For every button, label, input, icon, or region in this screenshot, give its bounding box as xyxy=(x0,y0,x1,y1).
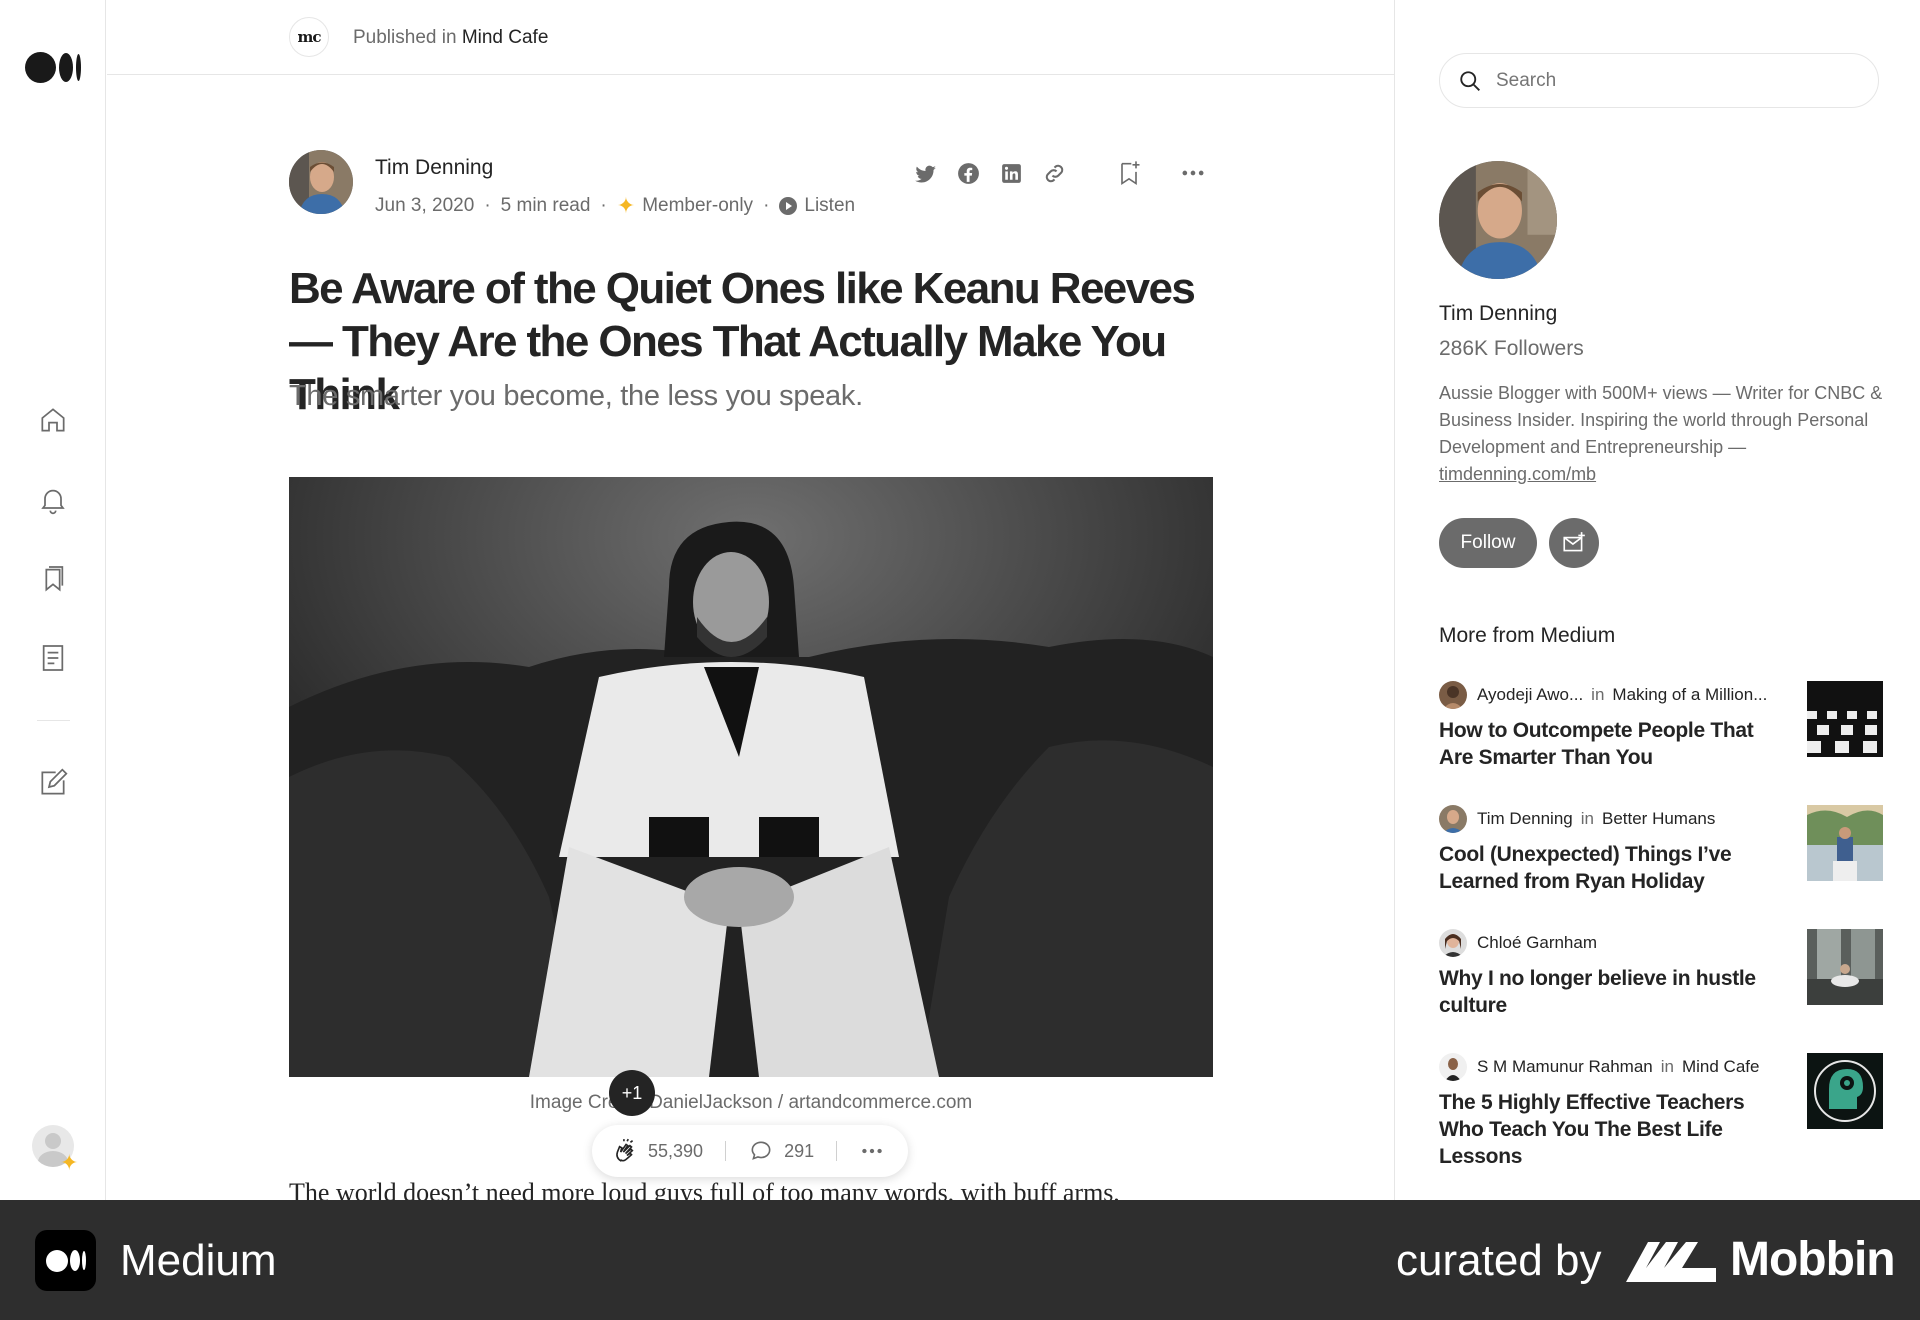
mobbin-brand: Mobbin xyxy=(1730,1233,1896,1286)
recommendation-item[interactable]: Ayodeji Awo... in Making of a Million...… xyxy=(1439,681,1883,791)
twitter-icon[interactable] xyxy=(913,161,938,186)
rec-thumbnail[interactable] xyxy=(1807,929,1883,1005)
meta-separator: · xyxy=(600,195,607,216)
rec-author-name[interactable]: Chloé Garnham xyxy=(1477,933,1597,953)
rec-in-label: in xyxy=(1580,809,1594,828)
linkedin-icon[interactable] xyxy=(999,161,1024,186)
more-actions-icon[interactable] xyxy=(859,1138,885,1164)
rec-thumbnail[interactable] xyxy=(1807,1053,1883,1129)
rec-thumbnail[interactable] xyxy=(1807,805,1883,881)
rail-divider xyxy=(37,720,70,721)
left-rail: ✦ xyxy=(0,0,106,1200)
member-only-badge: Member-only xyxy=(642,195,754,216)
listen-button[interactable]: Listen xyxy=(804,195,855,217)
facebook-icon[interactable] xyxy=(956,161,981,186)
rec-title[interactable]: How to Outcompete People That Are Smarte… xyxy=(1439,717,1779,771)
response-count: 291 xyxy=(784,1140,815,1161)
comment-icon xyxy=(751,1141,771,1160)
member-star-icon: ✦ xyxy=(616,193,636,218)
curated-by-label: curated by xyxy=(1396,1236,1602,1285)
rec-publication[interactable]: Mind Cafe xyxy=(1682,1057,1759,1077)
curated-banner: Medium curated by Mobbin xyxy=(0,1200,1920,1320)
write-icon[interactable] xyxy=(37,767,69,799)
published-in: Published in Mind Cafe xyxy=(353,27,548,49)
rec-title[interactable]: The 5 Highly Effective Teachers Who Teac… xyxy=(1439,1089,1779,1170)
author-name[interactable]: Tim Denning xyxy=(375,156,493,180)
image-caption: Image Credit: DanielJackson / artandcomm… xyxy=(529,1092,973,1113)
right-sidebar: Tim Denning 286K Followers Aussie Blogge… xyxy=(1394,0,1920,1200)
bar-separator xyxy=(836,1141,838,1161)
link-icon[interactable] xyxy=(1042,161,1067,186)
banner-app-name: Medium xyxy=(120,1236,277,1285)
rec-author-avatar xyxy=(1439,1053,1467,1081)
profile-bio-link[interactable]: timdenning.com/mb xyxy=(1439,464,1596,484)
author-avatar[interactable] xyxy=(289,150,353,214)
rec-author-avatar xyxy=(1439,929,1467,957)
meta-separator: · xyxy=(763,195,770,216)
rec-author-line: Tim Denning in Better Humans xyxy=(1439,805,1715,833)
more-options-icon[interactable] xyxy=(1179,159,1207,187)
search-icon xyxy=(1460,71,1480,91)
more-from-medium-heading: More from Medium xyxy=(1439,624,1616,647)
mobbin-logo-icon xyxy=(1626,1242,1716,1282)
home-icon[interactable] xyxy=(37,404,69,436)
rec-in-label: in xyxy=(1660,1057,1674,1076)
read-time: 5 min read xyxy=(500,195,591,216)
rec-author-line: Chloé Garnham xyxy=(1439,929,1597,957)
subscribe-email-icon[interactable] xyxy=(1549,518,1599,568)
rec-thumbnail[interactable] xyxy=(1807,681,1883,757)
recommendation-item[interactable]: S M Mamunur Rahman in Mind Cafe The 5 Hi… xyxy=(1439,1053,1883,1168)
article-meta: Jun 3, 2020 · 5 min read · ✦ Member-only… xyxy=(375,193,855,219)
hero-image xyxy=(289,477,1213,1077)
profile-avatar[interactable] xyxy=(1439,161,1557,279)
search-input[interactable] xyxy=(1496,69,1856,92)
rec-title[interactable]: Why I no longer believe in hustle cultur… xyxy=(1439,965,1779,1019)
medium-logo-icon[interactable] xyxy=(25,52,81,83)
meta-separator: · xyxy=(484,195,491,216)
engagement-bar: 55,390 291 xyxy=(592,1125,908,1177)
responses-button[interactable]: 291 xyxy=(748,1138,814,1164)
recommendation-item[interactable]: Chloé Garnham Why I no longer believe in… xyxy=(1439,929,1883,1039)
author-row: Tim Denning Jun 3, 2020 · 5 min read · ✦… xyxy=(289,150,1213,220)
profile-name[interactable]: Tim Denning xyxy=(1439,302,1557,326)
publish-date: Jun 3, 2020 xyxy=(375,195,475,216)
clap-count: 55,390 xyxy=(648,1140,704,1161)
publication-logo[interactable]: mc xyxy=(289,17,329,57)
publication-name-link[interactable]: Mind Cafe xyxy=(462,27,549,48)
clap-button[interactable]: 55,390 xyxy=(612,1138,703,1164)
rec-author-line: Ayodeji Awo... in Making of a Million... xyxy=(1439,681,1767,709)
clap-count-badge: +1 xyxy=(609,1070,655,1116)
rec-in-label: in xyxy=(1591,685,1605,704)
published-in-label: Published in xyxy=(353,27,457,48)
rec-publication[interactable]: Making of a Million... xyxy=(1612,685,1767,705)
search-bar xyxy=(1439,53,1879,108)
rec-author-avatar xyxy=(1439,805,1467,833)
rec-author-avatar xyxy=(1439,681,1467,709)
rec-author-name[interactable]: S M Mamunur Rahman xyxy=(1477,1057,1653,1077)
rec-title[interactable]: Cool (Unexpected) Things I’ve Learned fr… xyxy=(1439,841,1779,895)
bookmark-add-icon[interactable] xyxy=(1115,159,1143,187)
share-icons xyxy=(913,161,1067,186)
bell-icon[interactable] xyxy=(37,484,69,516)
profile-bio-text: Aussie Blogger with 500M+ views — Writer… xyxy=(1439,383,1883,457)
follow-button[interactable]: Follow xyxy=(1439,518,1537,568)
rec-author-name[interactable]: Ayodeji Awo... xyxy=(1477,685,1583,705)
bar-separator xyxy=(725,1141,727,1161)
medium-app-icon xyxy=(35,1230,96,1291)
recommendation-item[interactable]: Tim Denning in Better Humans Cool (Unexp… xyxy=(1439,805,1883,915)
publication-bar: mc Published in Mind Cafe xyxy=(107,0,1394,75)
member-star-icon: ✦ xyxy=(60,1150,79,1175)
clap-icon xyxy=(616,1138,634,1162)
bookmarks-icon[interactable] xyxy=(37,563,69,595)
rec-publication[interactable]: Better Humans xyxy=(1602,809,1715,829)
stories-icon[interactable] xyxy=(37,642,69,674)
rec-author-line: S M Mamunur Rahman in Mind Cafe xyxy=(1439,1053,1759,1081)
profile-bio: Aussie Blogger with 500M+ views — Writer… xyxy=(1439,380,1889,488)
article-subtitle: The smarter you become, the less you spe… xyxy=(289,380,863,412)
play-icon[interactable] xyxy=(779,197,798,215)
rec-author-name[interactable]: Tim Denning xyxy=(1477,809,1573,829)
profile-followers[interactable]: 286K Followers xyxy=(1439,337,1584,361)
